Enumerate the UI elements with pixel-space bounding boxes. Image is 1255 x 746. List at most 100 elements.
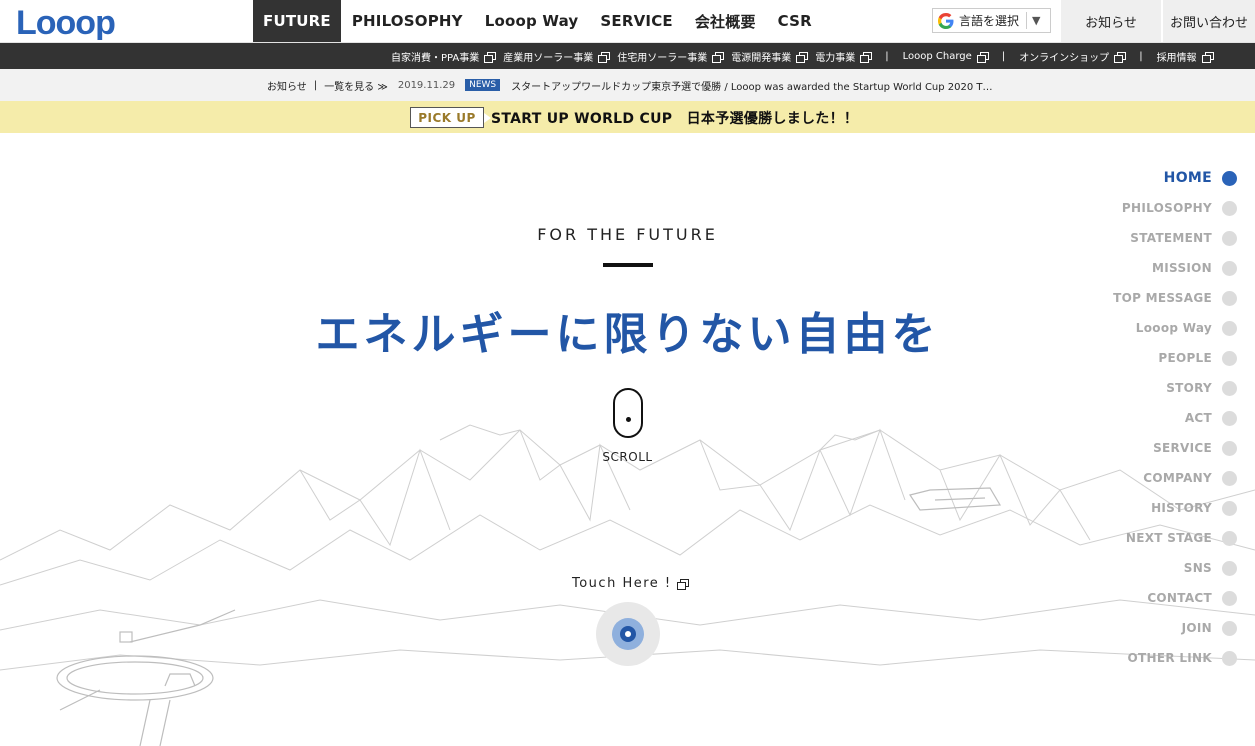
side-nav-label: JOIN	[1181, 621, 1212, 635]
sub-nav-label: 電力事業	[815, 52, 856, 64]
divider: |	[313, 79, 318, 91]
nav-dot-icon	[1222, 200, 1237, 216]
sub-nav-power-development[interactable]: 電源開発事業	[731, 49, 809, 64]
nav-dot-icon	[1222, 260, 1237, 276]
nav-dot-icon	[1222, 290, 1237, 306]
side-nav-label: MISSION	[1152, 261, 1212, 275]
sub-nav-ppa[interactable]: 自家消費・PPA事業	[391, 49, 497, 64]
side-nav-story[interactable]: STORY	[1113, 373, 1237, 403]
pickup-banner: PICK UP START UP WORLD CUP 日本予選優勝しました！！	[0, 101, 1255, 133]
divider: |	[1001, 50, 1006, 62]
target-core	[620, 626, 636, 642]
nav-dot-icon	[1222, 440, 1237, 456]
hero-divider	[603, 263, 653, 267]
sub-nav-electricity[interactable]: 電力事業	[815, 49, 873, 64]
side-nav-label: CONTACT	[1147, 591, 1212, 605]
external-link-icon	[1201, 51, 1214, 63]
side-nav-label: COMPANY	[1143, 471, 1212, 485]
side-nav-home[interactable]: HOME	[1113, 163, 1237, 193]
side-nav-act[interactable]: ACT	[1113, 403, 1237, 433]
pickup-button[interactable]: PICK UP	[410, 107, 491, 128]
news-button[interactable]: お知らせ	[1061, 0, 1161, 42]
side-nav-philosophy[interactable]: PHILOSOPHY	[1113, 193, 1237, 223]
side-nav-company[interactable]: COMPANY	[1113, 463, 1237, 493]
external-link-icon	[712, 51, 725, 63]
side-nav-label: TOP MESSAGE	[1113, 291, 1212, 305]
sub-nav-label: 採用情報	[1156, 52, 1197, 64]
news-list-link[interactable]: 一覧を見る ≫	[324, 78, 388, 93]
nav-dot-icon	[1222, 620, 1237, 636]
chevron-down-icon: ▼	[1032, 14, 1041, 27]
sub-nav-residential-solar[interactable]: 住宅用ソーラー事業	[617, 49, 725, 64]
nav-dot-icon	[1222, 500, 1237, 516]
news-ticker: お知らせ | 一覧を見る ≫ 2019.11.29 NEWS スタートアップワー…	[0, 69, 1255, 101]
side-nav-looop-way[interactable]: Looop Way	[1113, 313, 1237, 343]
nav-dot-icon	[1222, 530, 1237, 546]
side-nav-next-stage[interactable]: NEXT STAGE	[1113, 523, 1237, 553]
touch-here-label: Touch Here !	[572, 576, 672, 591]
side-nav-label: SERVICE	[1153, 441, 1212, 455]
side-nav-people[interactable]: PEOPLE	[1113, 343, 1237, 373]
nav-dot-icon	[1222, 410, 1237, 426]
main-nav-philosophy[interactable]: PHILOSOPHY	[341, 0, 474, 42]
side-nav-join[interactable]: JOIN	[1113, 613, 1237, 643]
nav-dot-icon	[1222, 230, 1237, 246]
side-nav-mission[interactable]: MISSION	[1113, 253, 1237, 283]
main-nav-service[interactable]: SERVICE	[589, 0, 683, 42]
external-link-icon	[484, 51, 497, 63]
external-link-icon	[598, 51, 611, 63]
main-nav-company[interactable]: 会社概要	[684, 0, 767, 42]
side-nav-sns[interactable]: SNS	[1113, 553, 1237, 583]
hero-headline: エネルギーに限りない自由を	[315, 309, 940, 360]
side-nav-label: HISTORY	[1151, 501, 1212, 515]
sub-nav-industrial-solar[interactable]: 産業用ソーラー事業	[503, 49, 611, 64]
side-nav-label: HOME	[1163, 170, 1212, 186]
sub-nav-online-shop[interactable]: オンラインショップ	[1019, 49, 1127, 64]
side-nav-label: ACT	[1184, 411, 1212, 425]
language-select[interactable]: 言語を選択 ▼	[932, 8, 1051, 33]
nav-dot-icon	[1222, 560, 1237, 576]
external-link-icon	[796, 51, 809, 63]
scroll-label: SCROLL	[602, 450, 653, 464]
side-nav-other-link[interactable]: OTHER LINK	[1113, 643, 1237, 673]
nav-dot-icon	[1222, 380, 1237, 396]
divider: |	[885, 50, 889, 62]
pickup-link[interactable]: START UP WORLD CUP 日本予選優勝しました！！	[491, 108, 858, 128]
news-tag-badge: NEWS	[465, 79, 501, 91]
side-nav-service[interactable]: SERVICE	[1113, 433, 1237, 463]
sub-nav-recruit[interactable]: 採用情報	[1156, 49, 1214, 64]
side-nav-label: NEXT STAGE	[1125, 531, 1212, 545]
divider	[1026, 12, 1028, 29]
nav-dot-icon	[1222, 320, 1237, 336]
nav-dot-icon	[1222, 650, 1237, 666]
main-nav-future[interactable]: FUTURE	[253, 0, 341, 42]
side-nav-history[interactable]: HISTORY	[1113, 493, 1237, 523]
mouse-scroll-icon[interactable]	[613, 388, 643, 438]
nav-dot-icon	[1222, 590, 1237, 606]
hero-eyebrow: FOR THE FUTURE	[537, 225, 718, 244]
sub-nav-label: 自家消費・PPA事業	[391, 52, 480, 64]
main-nav-looop-way[interactable]: Looop Way	[474, 0, 590, 42]
sub-nav-label: 住宅用ソーラー事業	[617, 52, 708, 64]
contact-button[interactable]: お問い合わせ	[1162, 0, 1255, 42]
svg-text:Looop: Looop	[16, 6, 115, 40]
side-nav-contact[interactable]: CONTACT	[1113, 583, 1237, 613]
external-link-icon	[976, 51, 989, 63]
sub-nav-label: 電源開発事業	[731, 52, 792, 64]
side-nav-label: OTHER LINK	[1127, 651, 1212, 665]
news-date: 2019.11.29	[397, 79, 456, 91]
news-headline-link[interactable]: スタートアップワールドカップ東京予選で優勝 / Looop was awarde…	[511, 78, 992, 93]
mouse-wheel-dot	[626, 417, 631, 422]
nav-dot-icon	[1222, 470, 1237, 486]
looop-logo[interactable]: Looop	[16, 6, 132, 40]
nav-dot-icon	[1222, 170, 1237, 186]
side-nav-top-message[interactable]: TOP MESSAGE	[1113, 283, 1237, 313]
side-nav-label: STATEMENT	[1130, 231, 1212, 245]
sub-nav-looop-charge[interactable]: Looop Charge	[902, 50, 989, 63]
touch-target-button[interactable]	[596, 602, 660, 666]
side-nav-statement[interactable]: STATEMENT	[1113, 223, 1237, 253]
sub-nav-label: Looop Charge	[902, 50, 972, 62]
main-nav-csr[interactable]: CSR	[767, 0, 823, 42]
touch-here-link[interactable]: Touch Here !	[572, 576, 689, 591]
side-nav-label: STORY	[1166, 381, 1212, 395]
